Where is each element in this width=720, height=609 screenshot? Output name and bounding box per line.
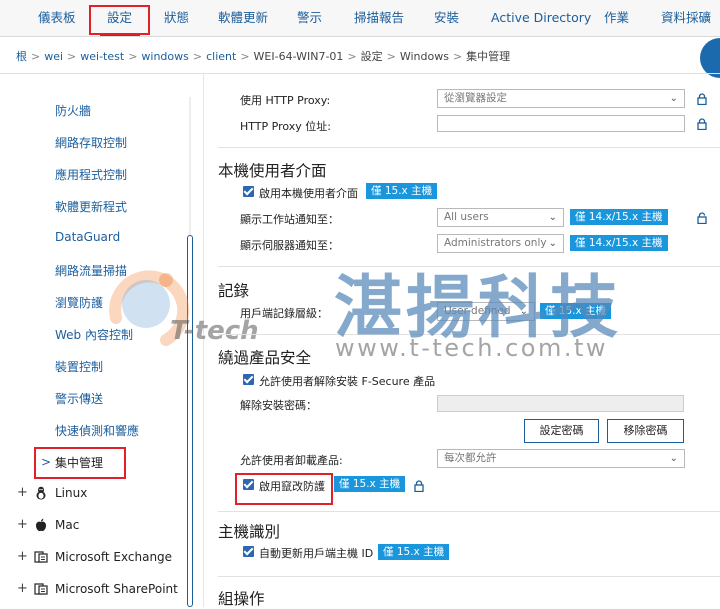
remove-password-button[interactable]: 移除密碼 [607, 419, 684, 443]
uninstall-password-label: 解除安裝密碼： [240, 399, 317, 412]
apple-icon [36, 518, 46, 532]
settings-tab-highlight [89, 5, 150, 35]
enable-local-ui-label: 啟用本機使用者介面 [259, 187, 358, 200]
section-divider [218, 511, 720, 512]
version-badge: 僅 15.x 主機 [334, 476, 406, 492]
breadcrumb-central-management: 集中管理 [466, 50, 511, 63]
workstation-notify-value: All users [444, 211, 489, 223]
server-notify-select[interactable]: Administrators only ⌄ [437, 234, 564, 253]
local-ui-section-title: 本機使用者介面 [218, 162, 327, 180]
lock-icon[interactable] [414, 480, 424, 492]
tab-alerts[interactable]: 警示 [297, 0, 322, 36]
allow-unload-select[interactable]: 每次都允許 ⌄ [437, 449, 685, 468]
breadcrumb-settings: 設定 [360, 50, 383, 63]
watermark-url: www.t-tech.com.tw [335, 334, 609, 362]
version-badge: 僅 15.x 主機 [366, 183, 438, 199]
chevron-down-icon: ⌄ [669, 93, 678, 104]
lock-icon[interactable] [697, 93, 707, 105]
linux-icon [36, 486, 46, 500]
sidebar-group-sharepoint[interactable]: Microsoft SharePoint [55, 582, 178, 596]
tab-operations[interactable]: 作業 [604, 0, 629, 36]
auto-update-host-id-checkbox[interactable] [243, 546, 254, 557]
user-avatar[interactable] [700, 38, 720, 78]
chevron-down-icon: ⌄ [548, 212, 557, 223]
sidebar-item-network-access-control[interactable]: 網路存取控制 [55, 134, 127, 151]
breadcrumb-wei-test[interactable]: wei-test [80, 50, 124, 63]
expand-linux-icon[interactable]: + [17, 485, 28, 500]
version-badge: 僅 14.x/15.x 主機 [570, 235, 668, 251]
sidebar-item-dataguard[interactable]: DataGuard [55, 230, 120, 244]
logging-section-title: 記錄 [218, 282, 250, 300]
breadcrumb-host: WEI-64-WIN7-01 [253, 50, 344, 63]
breadcrumb: 根 > wei > wei-test > windows > client > WEI-64-WIN… [16, 50, 511, 63]
chevron-down-icon: ⌄ [669, 453, 678, 464]
set-password-button[interactable]: 設定密碼 [524, 419, 599, 443]
breadcrumb-root[interactable]: 根 [16, 50, 27, 63]
breadcrumb-windows-settings: Windows [399, 50, 449, 63]
client-log-level-label: 用戶端記錄層級： [240, 307, 328, 320]
tab-scan-reports[interactable]: 掃描報告 [354, 0, 404, 36]
sidebar-item-application-control[interactable]: 應用程式控制 [55, 166, 127, 183]
unlock-icon[interactable] [697, 212, 707, 224]
http-proxy-address-label: HTTP Proxy 位址: [240, 120, 331, 133]
selected-item-highlight [34, 447, 126, 479]
version-badge: 僅 15.x 主機 [378, 544, 450, 560]
server-icon [34, 583, 48, 595]
use-http-proxy-select[interactable]: 從瀏覽器設定 ⌄ [437, 89, 685, 108]
allow-uninstall-label: 允許使用者解除安裝 F-Secure 產品 [259, 375, 436, 388]
chevron-down-icon: ⌄ [548, 238, 557, 249]
sidebar-group-mac[interactable]: Mac [55, 518, 79, 532]
tamper-protection-highlight [235, 473, 333, 505]
auto-update-host-id-label: 自動更新用戶端主機 ID [259, 547, 374, 560]
allow-unload-label: 允許使用者卸載產品: [240, 454, 343, 467]
sidebar-group-exchange[interactable]: Microsoft Exchange [55, 550, 172, 564]
workstation-notify-label: 顯示工作站通知至： [240, 213, 339, 226]
expand-exchange-icon[interactable]: + [17, 549, 28, 564]
sidebar-group-linux[interactable]: Linux [55, 486, 87, 500]
expand-sharepoint-icon[interactable]: + [17, 581, 28, 596]
sidebar-item-alert-forwarding[interactable]: 警示傳送 [55, 390, 103, 407]
breadcrumb-wei[interactable]: wei [44, 50, 63, 63]
sidebar-item-software-updater[interactable]: 軟體更新程式 [55, 198, 127, 215]
sidebar-item-rapid-detection[interactable]: 快速偵測和響應 [55, 422, 139, 439]
server-notify-label: 顯示伺服器通知至： [240, 239, 339, 252]
uninstall-password-input[interactable] [437, 395, 684, 412]
allow-uninstall-checkbox[interactable] [243, 374, 254, 385]
workstation-notify-select[interactable]: All users ⌄ [437, 208, 564, 227]
tab-software-updates[interactable]: 軟體更新 [218, 0, 268, 36]
sidebar-item-device-control[interactable]: 裝置控制 [55, 358, 103, 375]
use-http-proxy-label: 使用 HTTP Proxy: [240, 94, 331, 107]
breadcrumb-windows[interactable]: windows [141, 50, 188, 63]
breadcrumb-client[interactable]: client [206, 50, 236, 63]
lock-icon[interactable] [697, 118, 707, 130]
bypass-security-section-title: 繞過產品安全 [218, 349, 312, 367]
group-operations-section-title: 組操作 [218, 590, 265, 608]
tab-data-mining[interactable]: 資料採礦 [661, 0, 711, 36]
server-icon [34, 551, 48, 563]
http-proxy-address-input[interactable] [437, 115, 685, 132]
host-identity-section-title: 主機識別 [218, 523, 281, 541]
allow-unload-value: 每次都允許 [444, 452, 497, 464]
server-notify-value: Administrators only [444, 237, 547, 249]
header-divider [0, 73, 720, 74]
version-badge: 僅 14.x/15.x 主機 [570, 209, 668, 225]
sidebar-item-firewall[interactable]: 防火牆 [55, 102, 91, 119]
use-http-proxy-value: 從瀏覽器設定 [444, 92, 507, 104]
tab-installation[interactable]: 安裝 [434, 0, 459, 36]
tab-active-directory[interactable]: Active Directory [491, 0, 591, 36]
section-divider [218, 147, 720, 148]
tab-status[interactable]: 狀態 [164, 0, 189, 36]
tab-dashboard[interactable]: 儀表板 [38, 0, 76, 36]
section-divider [218, 576, 720, 577]
expand-mac-icon[interactable]: + [17, 517, 28, 532]
enable-local-ui-checkbox[interactable] [243, 186, 254, 197]
